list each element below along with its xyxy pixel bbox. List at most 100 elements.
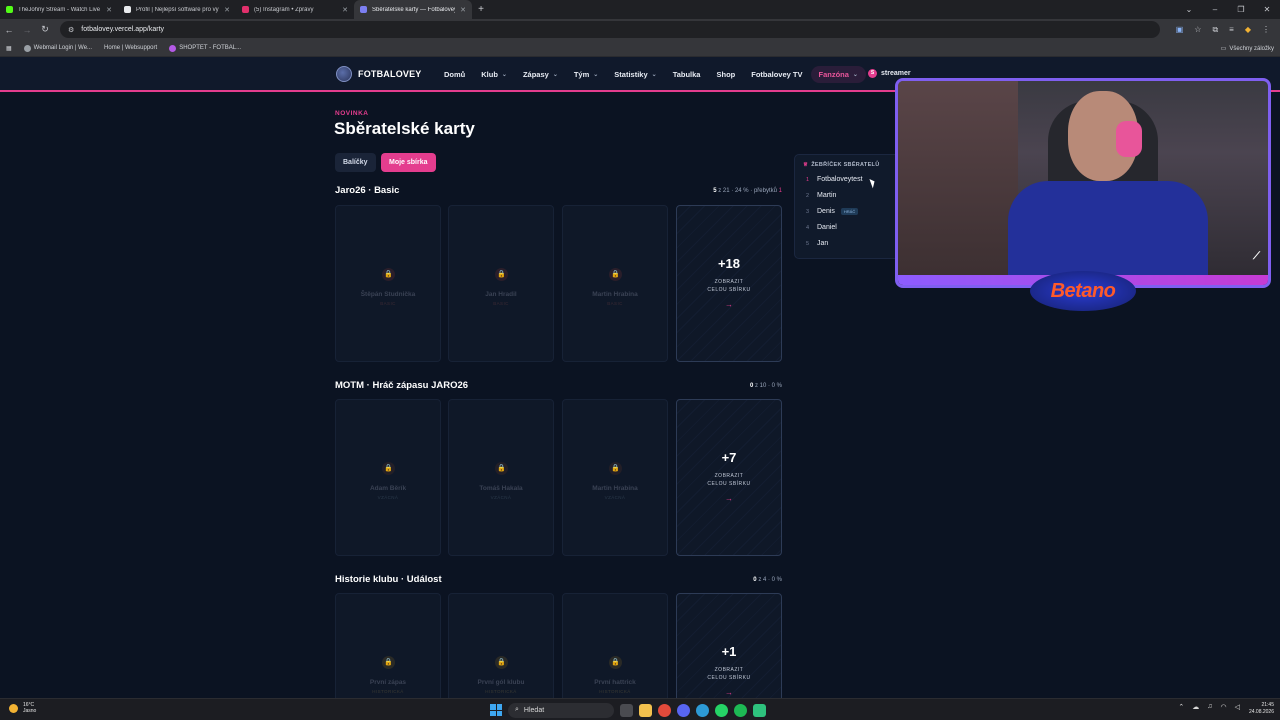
leaderboard-row[interactable]: 3 Denis HRÁČ: [806, 208, 859, 215]
locked-card[interactable]: 🔒 První zápas HISTORICKÁ: [335, 593, 441, 698]
owned-count: 0: [753, 577, 757, 583]
apps-grid-icon[interactable]: ▦: [6, 45, 12, 52]
card-name: Martin Hrabina: [592, 291, 638, 298]
tab-moje-sbirka[interactable]: Moje sbírka: [381, 153, 436, 172]
toolbar-icons: ▣ ☆ ⧉ ≡ ◆ ⋮: [1176, 19, 1270, 40]
user-menu[interactable]: S streamer: [868, 69, 911, 78]
task-view-icon[interactable]: [620, 703, 633, 717]
site-info-icon[interactable]: ⚙: [68, 26, 74, 34]
volume-icon[interactable]: ◁: [1235, 703, 1240, 711]
menu-item-shop[interactable]: Shop: [708, 66, 743, 83]
locked-card[interactable]: 🔒 Adam Běrík VZÁCNÁ: [335, 399, 441, 556]
close-tab-icon[interactable]: ✕: [224, 6, 230, 14]
menu-lines-icon[interactable]: ≡: [1229, 25, 1234, 34]
show-full-collection-card[interactable]: +1 ZOBRAZIT CELOU SBÍRKU →: [676, 593, 782, 698]
lock-icon: 🔒: [382, 462, 395, 475]
chevron-down-icon: ⌄: [552, 72, 558, 78]
menu-item-tv[interactable]: Fotbalovey TV: [743, 66, 810, 83]
close-tab-icon[interactable]: ✕: [342, 6, 348, 14]
locked-card[interactable]: 🔒 První gól klubu HISTORICKÁ: [448, 593, 554, 698]
extensions-icon[interactable]: ⧉: [1212, 25, 1218, 35]
profile-icon[interactable]: ◆: [1245, 25, 1251, 34]
page-title: Sběratelské karty: [334, 119, 475, 138]
more-menu-icon[interactable]: ⋮: [1262, 25, 1270, 34]
locked-card[interactable]: 🔒 Štěpán Studnička BASIC: [335, 205, 441, 362]
rank: 2: [806, 192, 810, 199]
close-tab-icon[interactable]: ✕: [106, 6, 112, 14]
locked-card[interactable]: 🔒 Martin Hrabina VZÁCNÁ: [562, 399, 668, 556]
browser-tab-active[interactable]: Sběratelské karty — Fotbalovey ✕: [354, 0, 472, 19]
bookmark-item[interactable]: Home | Websupport: [104, 45, 157, 51]
progress-text: z 4 · 0 %: [758, 577, 782, 583]
back-button[interactable]: ←: [0, 25, 18, 35]
locked-card[interactable]: 🔒 Martin Hrabina BASIC: [562, 205, 668, 362]
chevron-down-icon: ⌄: [852, 72, 858, 78]
collector-name: Fotbaloveytest: [817, 176, 863, 183]
browser-tab[interactable]: Profil | Nejlepší software pro vý ✕: [118, 0, 236, 19]
minimize-button[interactable]: –: [1202, 5, 1228, 14]
lock-icon: 🔒: [609, 656, 622, 669]
section-progress: 5 z 21 · 24 % · přebytků 1: [713, 188, 782, 194]
leaderboard-row[interactable]: 1 Fotbaloveytest: [806, 176, 863, 183]
lock-icon: 🔒: [609, 268, 622, 281]
onedrive-icon[interactable]: ☁: [1192, 703, 1199, 711]
omnibox[interactable]: ⚙ fotbalovey.vercel.app/karty: [60, 21, 1160, 38]
taskbar-clock[interactable]: 21:45 24.08.2026: [1249, 702, 1274, 716]
menu-item-zapasy[interactable]: Zápasy ⌄: [515, 66, 566, 83]
main-menu: Domů Klub ⌄ Zápasy ⌄ Tým ⌄ Statistiky ⌄ Tabu…: [436, 57, 866, 92]
tab-balicky[interactable]: Balíčky: [335, 153, 376, 172]
spotify-icon[interactable]: [734, 703, 747, 717]
duplicates-label: · přebytků: [750, 188, 777, 194]
discord-icon[interactable]: [677, 703, 690, 717]
bookmark-item[interactable]: Webmail Login | We...: [23, 44, 92, 52]
section-progress: 0 z 10 · 0 %: [750, 383, 782, 389]
card-name: Martin Hrabina: [592, 485, 638, 492]
rank: 1: [806, 176, 810, 183]
locked-card[interactable]: 🔒 První hattrick HISTORICKÁ: [562, 593, 668, 698]
all-bookmarks[interactable]: ▭ Všechny záložky: [1221, 40, 1274, 57]
new-tab-button[interactable]: +: [472, 4, 490, 15]
translate-icon[interactable]: ▣: [1176, 25, 1184, 34]
leaderboard-row[interactable]: 2 Martin: [806, 192, 836, 199]
show-full-collection-card[interactable]: +18 ZOBRAZIT CELOU SBÍRKU →: [676, 205, 782, 362]
show-full-collection-card[interactable]: +7 ZOBRAZIT CELOU SBÍRKU →: [676, 399, 782, 556]
close-window-button[interactable]: ✕: [1254, 5, 1280, 14]
overlay-logo-icon: ⟋: [1253, 251, 1260, 262]
tab-search-icon[interactable]: ⌄: [1176, 5, 1202, 14]
chrome-icon[interactable]: [658, 703, 671, 717]
edge-icon[interactable]: [696, 703, 709, 717]
menu-item-klub[interactable]: Klub ⌄: [473, 66, 515, 83]
file-explorer-icon[interactable]: [639, 703, 652, 717]
maximize-button[interactable]: ❐: [1228, 5, 1254, 14]
menu-item-fanzona[interactable]: Fanzóna ⌄: [810, 66, 866, 83]
taskbar-search[interactable]: ⌕ Hledat: [508, 702, 614, 718]
locked-card[interactable]: 🔒 Jan Hradil BASIC: [448, 205, 554, 362]
browser-tab[interactable]: (5) Instagram • Zprávy ✕: [236, 0, 354, 19]
windows-start-icon[interactable]: [490, 704, 502, 716]
whatsapp-icon[interactable]: [715, 703, 728, 717]
reload-button[interactable]: ↻: [36, 24, 54, 35]
bookmark-item[interactable]: SHOPTET - FOTBAL...: [169, 44, 241, 52]
locked-card[interactable]: 🔒 Tomáš Hakala VZÁCNÁ: [448, 399, 554, 556]
weather-widget[interactable]: 16°C Jasno: [9, 702, 36, 714]
card-name: Tomáš Hakala: [479, 485, 523, 492]
url-text[interactable]: fotbalovey.vercel.app/karty: [81, 26, 164, 33]
menu-item-domu[interactable]: Domů: [436, 66, 473, 83]
show-collection-label: ZOBRAZIT CELOU SBÍRKU: [677, 666, 781, 682]
close-tab-icon[interactable]: ✕: [460, 6, 466, 14]
menu-item-statistiky[interactable]: Statistiky ⌄: [606, 66, 664, 83]
browser-tab[interactable]: TheJohny Stream - Watch Live o ✕: [0, 0, 118, 19]
menu-item-tym[interactable]: Tým ⌄: [566, 66, 606, 83]
progress-text: z 21 · 24 %: [718, 188, 749, 194]
leaderboard-row[interactable]: 4 Daniel: [806, 224, 837, 231]
menu-item-tabulka[interactable]: Tabulka: [665, 66, 709, 83]
site-logo[interactable]: FOTBALOVEY: [336, 66, 422, 82]
chevron-up-icon[interactable]: ⌃: [1178, 703, 1184, 711]
app-icon[interactable]: [753, 703, 766, 717]
bookmark-star-icon[interactable]: ☆: [1194, 25, 1201, 34]
menu-label: Shop: [716, 70, 736, 79]
mic-icon[interactable]: ♫: [1207, 703, 1212, 711]
forward-button[interactable]: →: [18, 25, 36, 35]
wifi-icon[interactable]: ◠: [1221, 703, 1227, 711]
leaderboard-row[interactable]: 5 Jan: [806, 240, 828, 247]
